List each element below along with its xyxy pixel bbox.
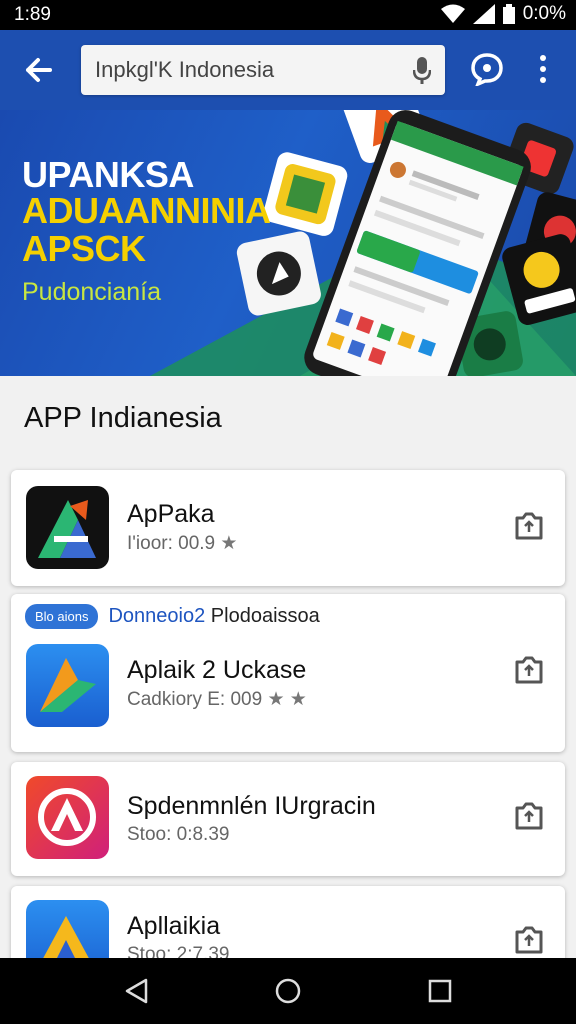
- app-name: Aplaik 2 Uckase: [127, 656, 307, 684]
- app-name: Spdenmnlén IUrgracin: [127, 792, 376, 820]
- app-meta: I'ioor: 00.9 ★: [127, 532, 237, 555]
- status-bar: 1:89 0:0%: [0, 0, 576, 30]
- card-tag-text: Donneoio2 Plodoaissoa: [108, 605, 319, 628]
- tag-label: Plodoaissoa: [205, 605, 320, 627]
- microphone-icon[interactable]: [413, 57, 431, 85]
- system-nav-bar: [0, 958, 576, 1024]
- app-icon[interactable]: [26, 644, 109, 727]
- promo-banner[interactable]: UPANKSA ADUAANNINIA APSCK Pudoncianía: [0, 110, 576, 376]
- app-rating-text: Cadkiory E: 009: [127, 689, 263, 710]
- back-arrow-icon[interactable]: [20, 52, 56, 88]
- section-title: APP Indianesia: [24, 402, 222, 434]
- app-bar: [0, 30, 576, 110]
- app-meta: Stoo: 0:8.39: [127, 824, 230, 845]
- status-time: 1:89: [14, 4, 51, 25]
- banner-subtitle: Pudoncianía: [22, 278, 162, 306]
- chat-icon[interactable]: [470, 52, 504, 86]
- app-logo-icon: [38, 500, 96, 558]
- tag-link[interactable]: Donneoio2: [108, 605, 205, 627]
- card-tag-row: Blo aions Donneoio2 Plodoaissoa: [25, 604, 320, 629]
- category-badge[interactable]: Blo aions: [25, 604, 99, 629]
- app-card[interactable]: Blo aions Donneoio2 Plodoaissoa Aplaik 2…: [11, 594, 565, 752]
- download-icon[interactable]: [511, 798, 547, 834]
- banner-title-line-2: ADUAANNINIA: [22, 190, 271, 231]
- app-rating-text: I'ioor: 00.9: [127, 533, 216, 554]
- wifi-icon: [440, 4, 465, 23]
- app-name: ApPaka: [127, 500, 215, 528]
- app-logo-icon: [40, 658, 96, 712]
- nav-back-icon[interactable]: [122, 976, 152, 1006]
- app-logo-icon: [38, 788, 96, 846]
- battery-percent: 0:0%: [522, 3, 566, 24]
- signal-icon: [472, 4, 495, 24]
- app-icon[interactable]: [26, 486, 109, 569]
- search-box[interactable]: [81, 45, 445, 95]
- star-icon: ★ ★: [267, 689, 307, 710]
- app-icon[interactable]: [26, 776, 109, 859]
- download-icon[interactable]: [511, 922, 547, 958]
- download-icon[interactable]: [511, 652, 547, 688]
- nav-recents-icon[interactable]: [425, 976, 455, 1006]
- download-icon[interactable]: [511, 508, 547, 544]
- search-input[interactable]: [95, 55, 395, 85]
- app-name: Apllaikia: [127, 912, 221, 940]
- app-card[interactable]: ApPaka I'ioor: 00.9 ★: [11, 470, 565, 586]
- app-card[interactable]: Spdenmnlén IUrgracin Stoo: 0:8.39: [11, 762, 565, 876]
- banner-title-line-3: APSCK: [22, 228, 146, 269]
- nav-home-icon[interactable]: [273, 976, 303, 1006]
- battery-icon: [502, 4, 515, 24]
- star-icon: ★: [220, 533, 238, 554]
- more-vert-icon[interactable]: [533, 52, 553, 86]
- app-meta: Cadkiory E: 009 ★ ★: [127, 688, 307, 711]
